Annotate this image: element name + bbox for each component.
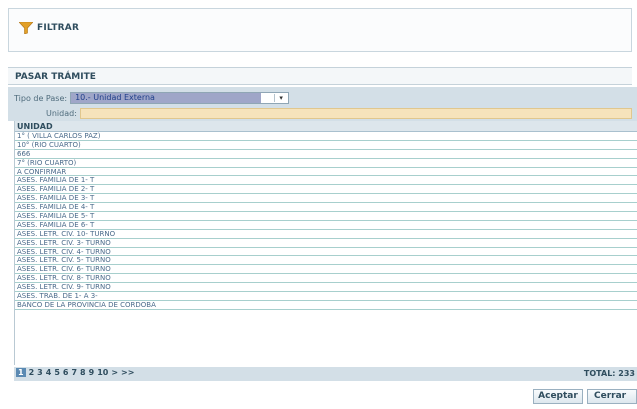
tipo-pase-row: Tipo de Pase: 10.- Unidad Externa ▾ — [14, 92, 290, 104]
unidad-input[interactable] — [79, 108, 632, 119]
table-row[interactable]: ASES. LETR. CIV. 3- TURNO — [15, 239, 637, 248]
page-link[interactable]: 10 — [97, 368, 108, 377]
page-link[interactable]: 4 — [46, 368, 52, 377]
unidad-label: Unidad: — [46, 109, 77, 118]
page-link[interactable]: 5 — [54, 368, 60, 377]
unidad-row: Unidad: — [46, 108, 632, 119]
section-title: PASAR TRÁMITE — [8, 67, 632, 85]
pager: 1 2 3 4 5 6 7 8 9 10 > >> TOTAL: 233 — [14, 367, 637, 381]
table-row[interactable]: 7° (RIO CUARTO) — [15, 159, 637, 168]
table-row[interactable]: 10° (RIO CUARTO) — [15, 141, 637, 150]
page-link[interactable]: >> — [121, 368, 134, 377]
table-row[interactable]: ASES. FAMILIA DE 2- T — [15, 185, 637, 195]
grid-header-unidad[interactable]: UNIDAD — [15, 121, 637, 132]
page-link[interactable]: 9 — [89, 368, 95, 377]
page-link[interactable]: > — [111, 368, 118, 377]
page-links: 1 2 3 4 5 6 7 8 9 10 > >> — [16, 368, 134, 377]
table-row[interactable]: 1° ( VILLA CARLOS PAZ) — [15, 132, 637, 141]
page-link[interactable]: 2 — [29, 368, 35, 377]
table-row[interactable]: ASES. TRAB. DE 1- A 3- — [15, 292, 637, 301]
filter-label: FILTRAR — [37, 23, 80, 33]
filter-button[interactable]: FILTRAR — [19, 22, 79, 34]
table-row[interactable]: ASES. LETR. CIV. 5- TURNO — [15, 256, 637, 266]
total-count: TOTAL: 233 — [583, 369, 635, 378]
table-row[interactable]: ASES. LETR. CIV. 6- TURNO — [15, 265, 637, 275]
funnel-icon — [19, 22, 33, 34]
filter-panel: FILTRAR — [8, 8, 632, 52]
table-row[interactable]: ASES. LETR. CIV. 9- TURNO — [15, 283, 637, 293]
grid-rows: 1° ( VILLA CARLOS PAZ) 10° (RIO CUARTO) 66… — [15, 132, 637, 310]
page-link[interactable]: 7 — [71, 368, 77, 377]
page-link[interactable]: 1 — [16, 368, 26, 377]
table-row[interactable]: BANCO DE LA PROVINCIA DE CORDOBA — [15, 301, 637, 310]
table-row[interactable]: A CONFIRMAR — [15, 168, 637, 177]
page-link[interactable]: 3 — [37, 368, 43, 377]
table-row[interactable]: ASES. LETR. CIV. 4- TURNO — [15, 248, 637, 257]
table-row[interactable]: ASES. FAMILIA DE 6- T — [15, 221, 637, 230]
tipo-pase-label: Tipo de Pase: — [14, 93, 68, 103]
pass-form: Tipo de Pase: 10.- Unidad Externa ▾ Unid… — [8, 87, 637, 121]
chevron-down-icon[interactable]: ▾ — [274, 94, 287, 102]
table-row[interactable]: ASES. FAMILIA DE 1- T — [15, 176, 637, 186]
tipo-pase-select[interactable]: 10.- Unidad Externa ▾ — [70, 92, 290, 104]
table-row[interactable]: ASES. FAMILIA DE 3- T — [15, 194, 637, 204]
table-row[interactable]: ASES. FAMILIA DE 5- T — [15, 212, 637, 221]
tipo-pase-value: 10.- Unidad Externa — [71, 93, 262, 103]
table-row[interactable]: ASES. LETR. CIV. 10- TURNO — [15, 230, 637, 239]
close-button[interactable]: Cerrar — [587, 389, 637, 404]
unidad-grid: UNIDAD 1° ( VILLA CARLOS PAZ) 10° (RIO CU… — [14, 121, 637, 365]
table-row[interactable]: 666 — [15, 150, 637, 159]
table-row[interactable]: ASES. FAMILIA DE 4- T — [15, 203, 637, 213]
page-link[interactable]: 6 — [63, 368, 69, 377]
accept-button[interactable]: Aceptar — [533, 389, 583, 404]
table-row[interactable]: ASES. LETR. CIV. 8- TURNO — [15, 274, 637, 284]
page-link[interactable]: 8 — [80, 368, 86, 377]
